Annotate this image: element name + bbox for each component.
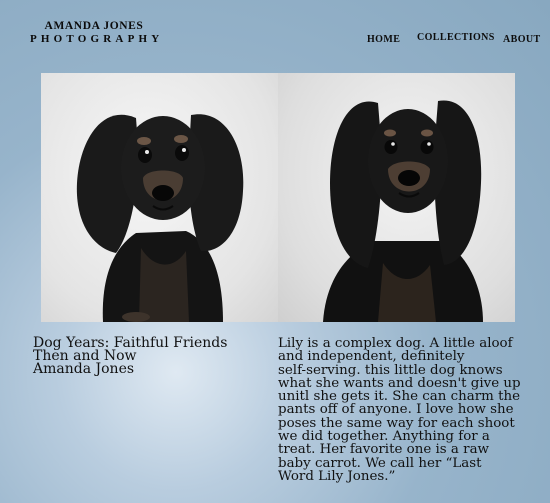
nav-home-link[interactable]: HOME	[367, 34, 400, 45]
story-line: what she wants and doesn't give up	[278, 375, 521, 391]
story-line: Word Lily Jones.”	[278, 468, 396, 484]
photo-pair	[41, 73, 515, 322]
nav-about-link[interactable]: ABOUT	[503, 34, 541, 45]
story-line: baby carrot. We call her “Last	[278, 455, 482, 471]
story-line: self-serving. this little dog knows	[278, 362, 503, 378]
book-caption: Dog Years: Faithful Friends Then and Now…	[33, 336, 263, 377]
story-line: pants off of anyone. I love how she	[278, 402, 514, 418]
adult-dog-illustration	[323, 100, 483, 322]
story-line: treat. Her favorite one is a raw	[278, 442, 490, 458]
story-line: Lily is a complex dog. A little aloof	[278, 336, 513, 351]
nav-collections-link[interactable]: COLLECTIONS	[417, 32, 495, 43]
dog-story: Lily is a complex dog. A little aloof an…	[278, 336, 536, 484]
dachshund-adult-photo	[278, 73, 515, 322]
story-line: and independent, definitely	[278, 349, 465, 365]
puppy-illustration	[76, 114, 244, 322]
story-line: poses the same way for each shoot	[278, 415, 515, 431]
story-line: we did together. Anything for a	[278, 429, 490, 445]
author-name: Amanda Jones	[33, 361, 135, 377]
dachshund-puppy-photo	[41, 73, 278, 322]
story-line: unitl she gets it. She can charm the	[278, 389, 521, 405]
main-nav: HOME COLLECTIONS ABOUT	[0, 32, 550, 48]
